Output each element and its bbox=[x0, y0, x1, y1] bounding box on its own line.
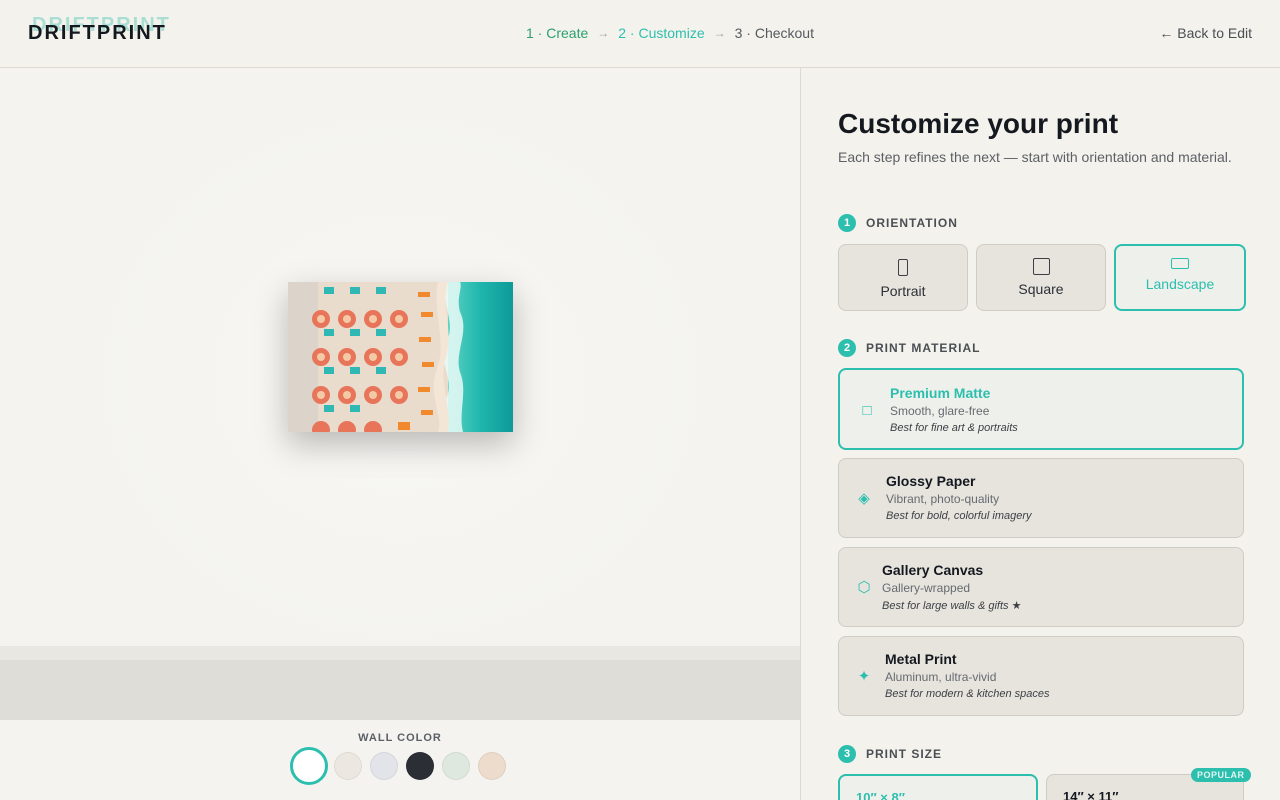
orientation-label: ORIENTATION bbox=[866, 216, 958, 230]
step-checkout[interactable]: 3 · Checkout bbox=[735, 25, 814, 41]
step-number-badge: 3 bbox=[838, 745, 856, 763]
customize-panel: Customize your print Each step refines t… bbox=[800, 68, 1280, 800]
material-option-gallery-canvas[interactable]: ⬡ Gallery Canvas Gallery-wrapped Best fo… bbox=[838, 547, 1244, 627]
orientation-option-label: Portrait bbox=[880, 283, 926, 299]
material-option-premium-matte[interactable]: □ Premium Matte Smooth, glare-free Best … bbox=[838, 368, 1244, 450]
floor bbox=[0, 660, 800, 720]
print-preview-area: WALL COLOR bbox=[0, 68, 800, 800]
panel-subtitle: Each step refines the next — start with … bbox=[838, 149, 1232, 165]
diamond-icon: ◈ bbox=[858, 490, 870, 507]
panel-title: Customize your print bbox=[838, 108, 1119, 139]
step-customize[interactable]: 2 · Customize bbox=[618, 25, 704, 41]
orientation-section-heading: 1 ORIENTATION bbox=[838, 214, 958, 232]
logo-text: DRIFTPRINT bbox=[28, 22, 167, 44]
checkout-steps: 1 · Create → 2 · Customize → 3 · Checkou… bbox=[526, 25, 814, 41]
material-title: Gallery Canvas bbox=[882, 562, 984, 578]
portrait-icon bbox=[898, 259, 908, 276]
step-arrow-icon: → bbox=[597, 26, 610, 40]
wall-color-swatch-white[interactable] bbox=[290, 747, 328, 785]
wall-color-swatch-sage[interactable] bbox=[442, 752, 470, 780]
size-option-label: 10″ × 8″ bbox=[856, 790, 905, 800]
wall-color-label: WALL COLOR bbox=[358, 732, 442, 744]
orientation-option-label: Square bbox=[1018, 281, 1064, 297]
step-number-badge: 2 bbox=[838, 339, 856, 357]
orientation-option-portrait[interactable]: Portrait bbox=[838, 244, 968, 311]
material-title: Glossy Paper bbox=[886, 473, 976, 489]
size-section-heading: 3 PRINT SIZE bbox=[838, 745, 942, 763]
beach-photo-illustration bbox=[288, 282, 513, 432]
brand-logo[interactable]: DRIFTPRINT DRIFTPRINT bbox=[28, 14, 178, 48]
material-subtitle: Gallery-wrapped bbox=[882, 581, 971, 595]
square-icon bbox=[1032, 258, 1050, 275]
material-title: Metal Print bbox=[885, 651, 957, 667]
step-arrow-icon: → bbox=[713, 26, 726, 40]
sparkle-icon: ✦ bbox=[857, 668, 871, 685]
material-subtitle: Vibrant, photo-quality bbox=[886, 492, 1000, 506]
orientation-option-label: Landscape bbox=[1145, 276, 1215, 292]
print-preview-image bbox=[288, 282, 513, 432]
wall-color-swatch-charcoal[interactable] bbox=[406, 752, 434, 780]
material-subtitle: Aluminum, ultra-vivid bbox=[885, 670, 997, 684]
popular-badge: POPULAR bbox=[1191, 768, 1251, 782]
orientation-option-square[interactable]: Square bbox=[976, 244, 1106, 311]
hexagon-icon: ⬡ bbox=[857, 579, 871, 596]
material-option-metal-print[interactable]: ✦ Metal Print Aluminum, ultra-vivid Best… bbox=[838, 636, 1244, 716]
back-to-edit-link[interactable]: ← Back to Edit bbox=[1159, 25, 1252, 41]
size-option-10x8[interactable]: 10″ × 8″ bbox=[838, 774, 1038, 800]
size-option-label: 14″ × 11″ bbox=[1063, 789, 1119, 800]
wall-color-swatches bbox=[290, 746, 514, 786]
square-outline-icon: □ bbox=[862, 401, 872, 419]
material-best-for: Best for bold, colorful imagery bbox=[886, 510, 1032, 522]
wall-color-swatch-beige[interactable] bbox=[334, 752, 362, 780]
wall-color-swatch-peach[interactable] bbox=[478, 752, 506, 780]
landscape-icon bbox=[1171, 258, 1189, 269]
floor-edge bbox=[0, 646, 800, 660]
material-section-heading: 2 PRINT MATERIAL bbox=[838, 339, 980, 357]
orientation-option-landscape[interactable]: Landscape bbox=[1114, 244, 1246, 311]
material-best-for: Best for modern & kitchen spaces bbox=[885, 688, 1050, 700]
material-title: Premium Matte bbox=[890, 385, 991, 401]
wall-color-swatch-light-gray[interactable] bbox=[370, 752, 398, 780]
material-label: PRINT MATERIAL bbox=[866, 341, 981, 355]
material-best-for: Best for large walls & gifts ★ bbox=[882, 600, 1022, 612]
top-header: DRIFTPRINT DRIFTPRINT 1 · Create → 2 · C… bbox=[0, 0, 1280, 68]
step-create[interactable]: 1 · Create bbox=[526, 25, 588, 41]
size-label: PRINT SIZE bbox=[866, 747, 943, 761]
step-number-badge: 1 bbox=[838, 214, 856, 232]
material-option-glossy-paper[interactable]: ◈ Glossy Paper Vibrant, photo-quality Be… bbox=[838, 458, 1244, 538]
material-best-for: Best for fine art & portraits bbox=[890, 422, 1018, 434]
material-subtitle: Smooth, glare-free bbox=[890, 404, 990, 418]
